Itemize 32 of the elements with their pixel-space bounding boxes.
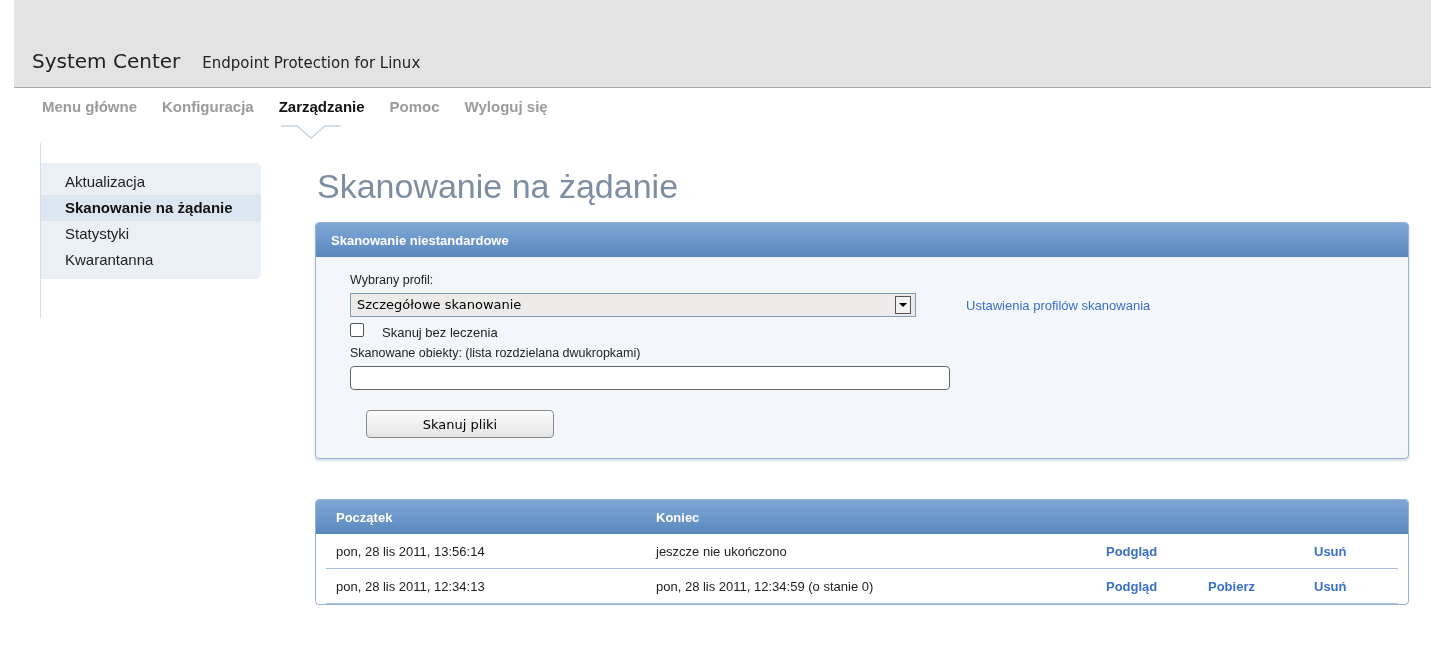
action-link[interactable]: Usuń (1314, 578, 1398, 594)
checkbox[interactable] (350, 322, 364, 337)
page-title: Skanowanie na żądanie (317, 167, 680, 206)
nav-tab[interactable]: Pomoc (389, 98, 440, 118)
action-link[interactable]: Podgląd (1106, 543, 1208, 559)
action-link[interactable]: Usuń (1314, 543, 1398, 559)
action-link[interactable]: Pobierz (1208, 578, 1314, 594)
action-link[interactable]: Podgląd (1106, 578, 1208, 594)
sidebar-item[interactable]: Statystyki (41, 221, 261, 247)
nav-tab[interactable]: Wyloguj się (464, 98, 548, 118)
column-header: Początek (335, 509, 394, 525)
profile-label: Wybrany profil: (350, 273, 434, 287)
objects-label: Skanowane obiekty: (lista rozdzielana dwukropkami) (350, 346, 641, 360)
sidebar-item[interactable]: Skanowanie na żądanie (41, 195, 261, 221)
objects-input-field[interactable] (350, 366, 950, 390)
sidebar-item[interactable]: Kwarantanna (41, 247, 261, 273)
table-cell-text: jeszcze nie ukończono (654, 543, 788, 559)
brand-title: System Center (32, 49, 181, 73)
nav-tab[interactable]: Menu główne (42, 98, 137, 118)
table-cell-text: pon, 28 lis 2011, 12:34:13 (335, 578, 486, 594)
product-title: Endpoint Protection for Linux (202, 54, 421, 73)
sidebar-item[interactable]: Aktualizacja (41, 169, 261, 195)
profile-settings-link[interactable]: Ustawienia profilów skanowania (966, 297, 1151, 313)
panel-title: Skanowanie niestandardowe (331, 232, 509, 248)
column-header: Koniec (655, 509, 701, 525)
table-cell-text: pon, 28 lis 2011, 12:34:59 (o stanie 0) (655, 578, 875, 594)
table-cell-text: pon, 28 lis 2011, 13:56:14 (335, 543, 486, 559)
nav-tab[interactable]: Zarządzanie (278, 98, 365, 118)
profile-dropdown[interactable]: Szczegółowe skanowanie (350, 293, 916, 317)
scan-button[interactable]: Skanuj pliki (366, 410, 554, 438)
nav-tab[interactable]: Konfiguracja (162, 98, 254, 118)
checkbox-label: Skanuj bez leczenia (382, 325, 498, 340)
